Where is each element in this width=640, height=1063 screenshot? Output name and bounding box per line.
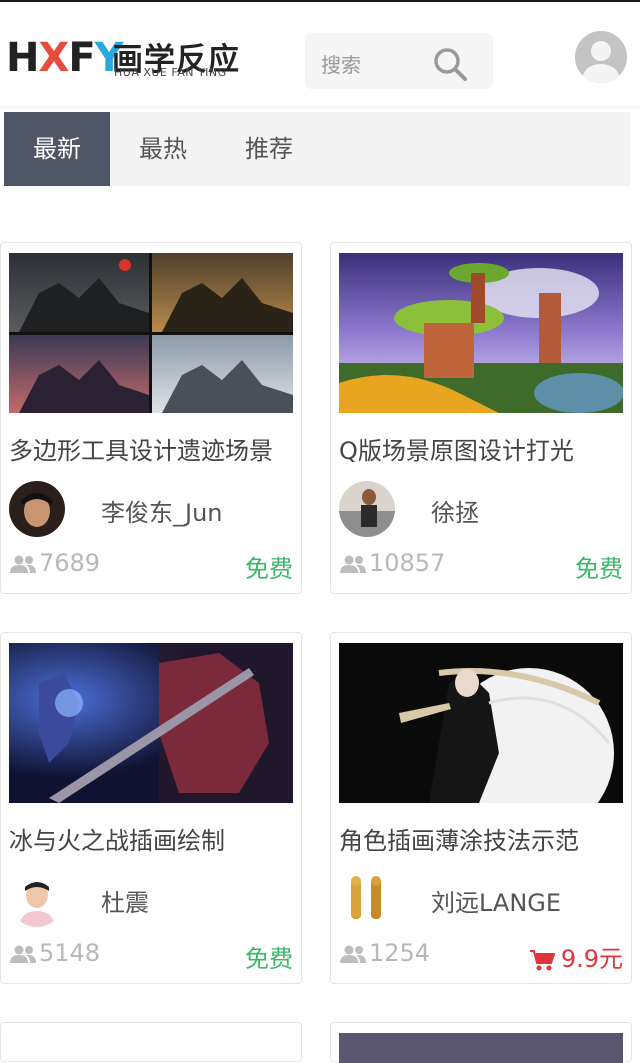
student-count-value: 1254 [369,939,431,967]
author-avatar[interactable] [9,871,65,927]
logo[interactable]: HXFY 画学反应 HUA XUE FAN YING [6,36,246,80]
course-card[interactable]: 多边形工具设计遗迹场景 李俊东_Jun 7689 免费 [0,242,302,594]
student-count: 5148 [9,939,100,967]
author-avatar[interactable] [339,481,395,537]
header: HXFY 画学反应 HUA XUE FAN YING 搜索 [0,2,640,106]
users-icon [10,945,36,963]
author-name: 杜震 [101,889,149,917]
course-thumbnail[interactable] [339,1033,623,1063]
course-card[interactable]: 角色插画薄涂技法示范 刘远LANGE 1254 9.9元 [330,632,632,984]
course-title[interactable]: 角色插画薄涂技法示范 [339,821,579,856]
student-count-value: 5148 [39,939,101,967]
author-avatar[interactable] [9,481,65,537]
tab-latest[interactable]: 最新 [4,112,110,186]
search-box[interactable]: 搜索 [305,33,493,89]
search-placeholder: 搜索 [321,53,361,77]
users-icon [340,555,366,573]
tab-bar: 最新 最热 推荐 [4,112,630,186]
author-name: 徐拯 [431,499,479,527]
users-icon [340,945,366,963]
price-value: 9.9元 [560,945,623,973]
student-count: 1254 [339,939,430,967]
users-icon [10,555,36,573]
course-title[interactable]: 多边形工具设计遗迹场景 [9,431,273,466]
price-label: 免费 [575,555,623,583]
student-count: 7689 [9,549,100,577]
course-card[interactable]: 冰与火之战插画绘制 杜震 5148 免费 [0,632,302,984]
student-count-value: 10857 [369,549,446,577]
user-icon [575,31,627,83]
price-label: 9.9元 [529,939,623,974]
student-count-value: 7689 [39,549,101,577]
search-icon[interactable] [433,47,467,81]
course-thumbnail[interactable] [339,643,623,803]
course-thumbnail[interactable] [9,253,293,413]
cart-icon [529,950,555,971]
price-label: 免费 [245,555,293,583]
author-name: 刘远LANGE [431,889,562,917]
course-thumbnail[interactable] [9,643,293,803]
course-title[interactable]: 冰与火之战插画绘制 [9,821,225,856]
logo-mark: HXFY [6,35,124,81]
student-count: 10857 [339,549,445,577]
price-label: 免费 [245,945,293,973]
course-card[interactable]: Q版场景原图设计打光 徐拯 10857 免费 [330,242,632,594]
course-card[interactable] [330,1022,632,1063]
tab-hot[interactable]: 最热 [110,112,216,186]
user-avatar-button[interactable] [575,31,627,83]
logo-english: HUA XUE FAN YING [114,66,227,79]
author-name: 李俊东_Jun [101,499,223,527]
course-thumbnail[interactable] [339,253,623,413]
course-card[interactable] [0,1022,302,1062]
tab-recommended[interactable]: 推荐 [216,112,322,186]
course-title[interactable]: Q版场景原图设计打光 [339,431,574,466]
author-avatar[interactable] [339,871,395,927]
